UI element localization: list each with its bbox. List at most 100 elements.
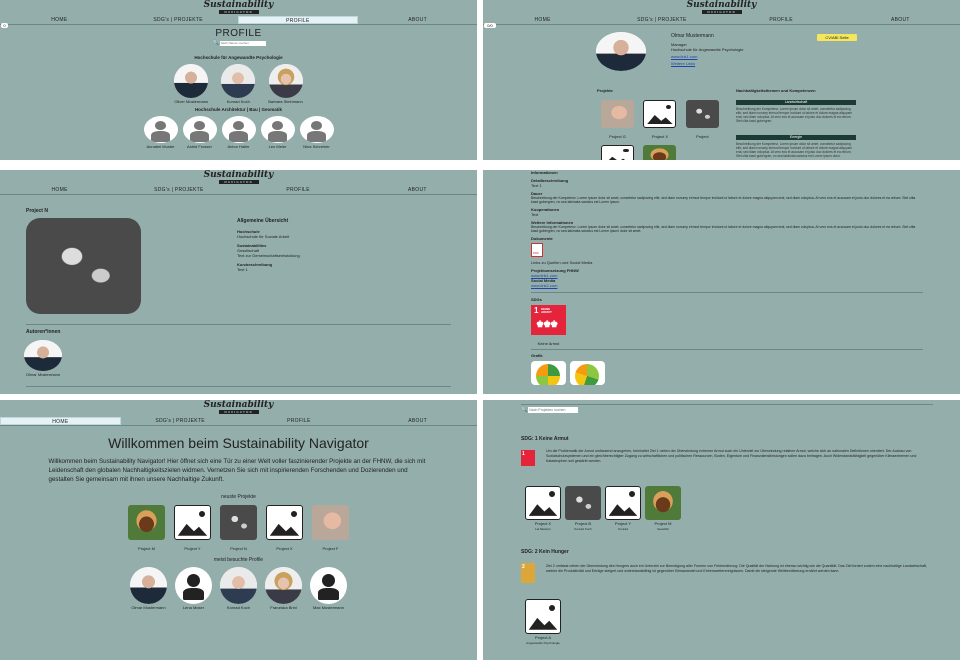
brand-logo[interactable]: Sustainability NAVIGATOR (483, 1, 960, 14)
project-card[interactable]: Project X Lia Mustern (525, 486, 561, 531)
profile-avatar (596, 32, 646, 71)
project-card[interactable]: Project Y (174, 505, 211, 551)
profile-card[interactable]: Konrad Koch (221, 64, 256, 104)
profile-link-1[interactable]: www.link1.com (671, 54, 811, 59)
kompetenz-text-1: Beschreibung der Kompetenz. Lorem ipsum … (736, 107, 853, 123)
sdg1-text: Um die Problematik der Armut umfassend a… (546, 449, 917, 463)
profile-list-pane: Sustainability NAVIGATOR HOME SDG's | PRO… (0, 0, 477, 160)
nav-profile[interactable]: PROFILE (237, 16, 359, 24)
nav-about[interactable]: ABOUT (358, 16, 477, 24)
nav-about[interactable]: ABOUT (358, 186, 477, 194)
sdg2-text: Ziel 2 umfasst neben der Überwindung des… (546, 564, 927, 573)
project-card[interactable]: Project Y Konrad (605, 486, 641, 531)
divider (531, 292, 923, 293)
project-card[interactable]: Project G (601, 100, 634, 139)
section-title-psychologie: Hochschule für Angewandte Psychologie (194, 55, 283, 60)
radar-chart-icon[interactable] (531, 361, 566, 385)
overview: Allgemeine Übersicht Hochschule Hochschu… (237, 218, 437, 272)
popular-profiles-row: Olmar Mustermann Lena Moser Konrad Koch … (0, 567, 477, 610)
nav-projects[interactable]: SDG's | PROJEKTE (119, 186, 238, 194)
profile-card[interactable]: Nina Schreiner (299, 116, 334, 149)
sdg1-icon: 1 (521, 450, 535, 466)
profile-card[interactable]: Oliver Mustermann (174, 64, 209, 104)
overview-value: Text zur Gemeinschaftsentwicklung (237, 253, 300, 258)
main-nav: HOME SDG's | PROJEKTE PROFILE ABOUT (0, 16, 477, 25)
projekte-heading: Projekte (597, 88, 613, 93)
cv-button[interactable]: CV/ABI Seite (817, 34, 857, 41)
divider (521, 404, 933, 405)
search-bar[interactable]: 🔍 (521, 407, 579, 413)
profile-card[interactable]: Max Mustermann (310, 567, 347, 610)
nav-projects[interactable]: SDG's | PROJEKTE (119, 16, 238, 24)
info-value: Text 1 (531, 183, 542, 188)
people-icon: ♚♚♚ (536, 319, 558, 329)
profile-card[interactable]: Olmar Mustermann (130, 567, 167, 610)
profile-card[interactable]: Franziska Brini (265, 567, 302, 610)
sdg-caption: Keine Armut (537, 341, 560, 346)
brand-logo[interactable]: Sustainability NAVIGATOR (0, 171, 477, 184)
project-card[interactable] (601, 145, 634, 160)
project-card[interactable]: Project F (312, 505, 349, 551)
profile-info: Olmar Mustermann Manager Hochschule für … (671, 33, 811, 66)
profiles-row-2: Annabel Muster Astrid Frosser Anton Hall… (0, 116, 477, 149)
project-card[interactable]: Project M (128, 505, 165, 551)
links-heading: Links zu Quellen und Social Media (531, 260, 593, 265)
radar-chart-icon[interactable] (570, 361, 605, 385)
meist-besuchte-heading: meist besuchte Profile (213, 557, 264, 563)
nav-profile[interactable]: PROFILE (240, 417, 359, 425)
project-card[interactable]: Project M Gesellstr (645, 486, 681, 531)
page-badge: 0 (1, 23, 8, 28)
profile-card[interactable]: Leo Meier (260, 116, 295, 149)
author-card[interactable]: Olmar Mustermann (24, 340, 62, 377)
project-title: Project N (26, 208, 48, 214)
sdg2-heading: SDG: 2 Kein Hunger (521, 549, 569, 555)
brand-logo[interactable]: Sustainability NAVIGATOR (0, 401, 477, 414)
sdgs-heading: SDGs (531, 297, 542, 302)
sdg-1-tile[interactable]: 1 KEINE ARMUT ♚♚♚ (531, 305, 566, 335)
profile-school: Hochschule für Angewandte Psychologie (671, 47, 744, 52)
sdg2-projects-row: Project A Angewandte Psychologie (525, 599, 561, 645)
project-card[interactable]: Project (685, 100, 719, 139)
nav-home[interactable]: HOME (0, 417, 121, 425)
kompetenzen-heading: Nachhaltigkeitsthemen und Kompetenzen (736, 88, 816, 93)
grafik-heading: Grafik (531, 353, 543, 358)
profile-card[interactable]: Lena Moser (175, 567, 212, 610)
project-info-pane: Informationen Detailbeschreibung Text 1 … (483, 170, 960, 394)
profile-link-2[interactable]: Weitere Links (671, 61, 811, 66)
brand-logo[interactable]: Sustainability NAVIGATOR (0, 1, 477, 14)
sdg1-heading: SDG: 1 Keine Armut (521, 436, 569, 442)
nav-profile[interactable]: PROFILE (722, 16, 841, 24)
project-detail-pane: Sustainability NAVIGATOR HOME SDG's | PRO… (0, 170, 477, 394)
project-card[interactable]: Project B Konrad Koch (565, 486, 601, 531)
nav-home[interactable]: HOME (483, 16, 602, 24)
project-card[interactable]: Project N (220, 505, 257, 551)
nav-projects[interactable]: SDG's | PROJEKTE (602, 16, 721, 24)
profile-card[interactable]: Konrad Koch (220, 567, 257, 610)
overview-value: Text 1 (237, 267, 248, 272)
pdf-icon[interactable]: PDF (531, 243, 543, 257)
profile-card[interactable]: Barbara Steinmann (268, 64, 303, 104)
project-card[interactable]: Project A Angewandte Psychologie (525, 599, 561, 645)
search-bar[interactable]: 🔍 (213, 40, 266, 46)
nav-projects[interactable]: SDG's | PROJEKTE (121, 417, 240, 425)
profile-card[interactable]: Anton Haller (221, 116, 256, 149)
project-card[interactable]: Project X (266, 505, 303, 551)
project-card[interactable] (643, 145, 677, 160)
nav-home[interactable]: HOME (0, 186, 119, 194)
overview-value: Hochschule für Soziale Arbeit (237, 234, 290, 239)
project-card[interactable]: Project X (643, 100, 677, 139)
search-input[interactable] (219, 40, 266, 46)
profile-card[interactable]: Annabel Muster (143, 116, 178, 149)
nav-home[interactable]: HOME (0, 16, 119, 24)
main-nav: HOME SDG's | PROJEKTE PROFILE ABOUT (0, 186, 477, 195)
nav-profile[interactable]: PROFILE (239, 186, 358, 194)
search-input[interactable] (528, 407, 579, 413)
project-image (26, 218, 141, 314)
divider (531, 349, 923, 350)
nav-about[interactable]: ABOUT (841, 16, 960, 24)
search-icon: 🔍 (521, 407, 528, 413)
nav-about[interactable]: ABOUT (358, 417, 477, 425)
link-value[interactable]: www.link2.com (531, 283, 923, 288)
kompetenz-text-2: Beschreibung der Kompetenz. Lorem ipsum … (736, 142, 853, 158)
profile-card[interactable]: Astrid Frosser (182, 116, 217, 149)
